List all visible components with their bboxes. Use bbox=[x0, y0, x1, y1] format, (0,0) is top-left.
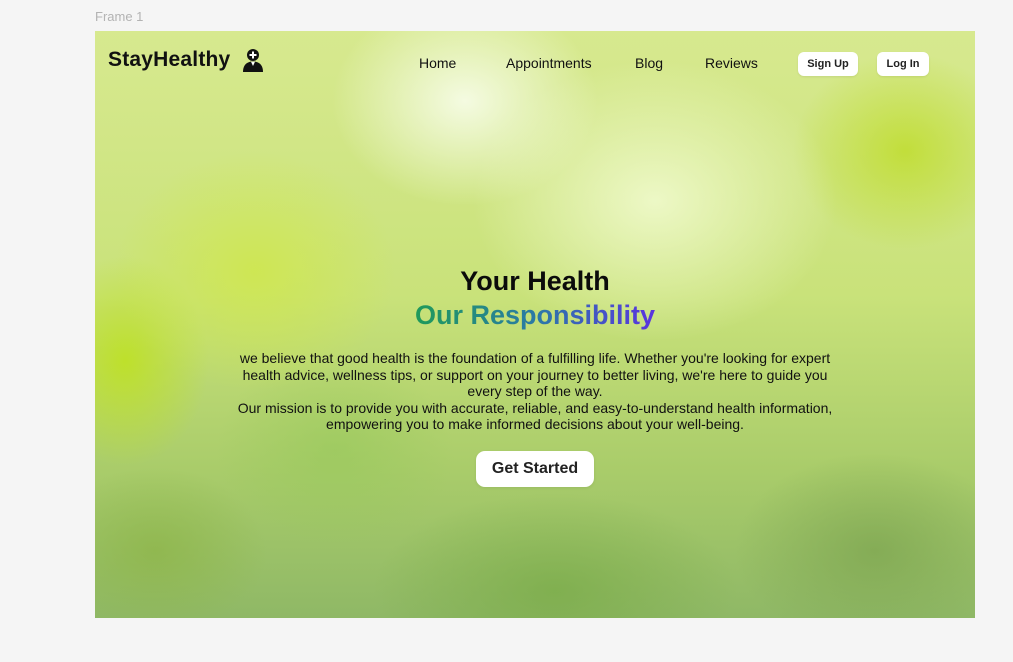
landing-frame: StayHealthy Home Appointments Blog Revie… bbox=[95, 31, 975, 618]
nav-link-home[interactable]: Home bbox=[419, 55, 456, 71]
hero-section: Your Health Our Responsibility we believ… bbox=[95, 264, 975, 487]
nav-link-appointments[interactable]: Appointments bbox=[506, 55, 592, 71]
hero-title: Your Health bbox=[460, 266, 610, 296]
hero-description-paragraph-1: we believe that good health is the found… bbox=[239, 350, 831, 400]
signup-button[interactable]: Sign Up bbox=[798, 52, 858, 76]
get-started-button[interactable]: Get Started bbox=[475, 450, 595, 487]
frame-label: Frame 1 bbox=[95, 9, 144, 24]
nav-link-reviews[interactable]: Reviews bbox=[705, 55, 758, 71]
login-button[interactable]: Log In bbox=[877, 52, 929, 76]
hero-description-paragraph-2: Our mission is to provide you with accur… bbox=[237, 399, 833, 433]
nav-link-blog[interactable]: Blog bbox=[635, 55, 663, 71]
hero-description: we believe that good health is the found… bbox=[230, 350, 840, 433]
hero-subtitle: Our Responsibility bbox=[414, 300, 656, 330]
